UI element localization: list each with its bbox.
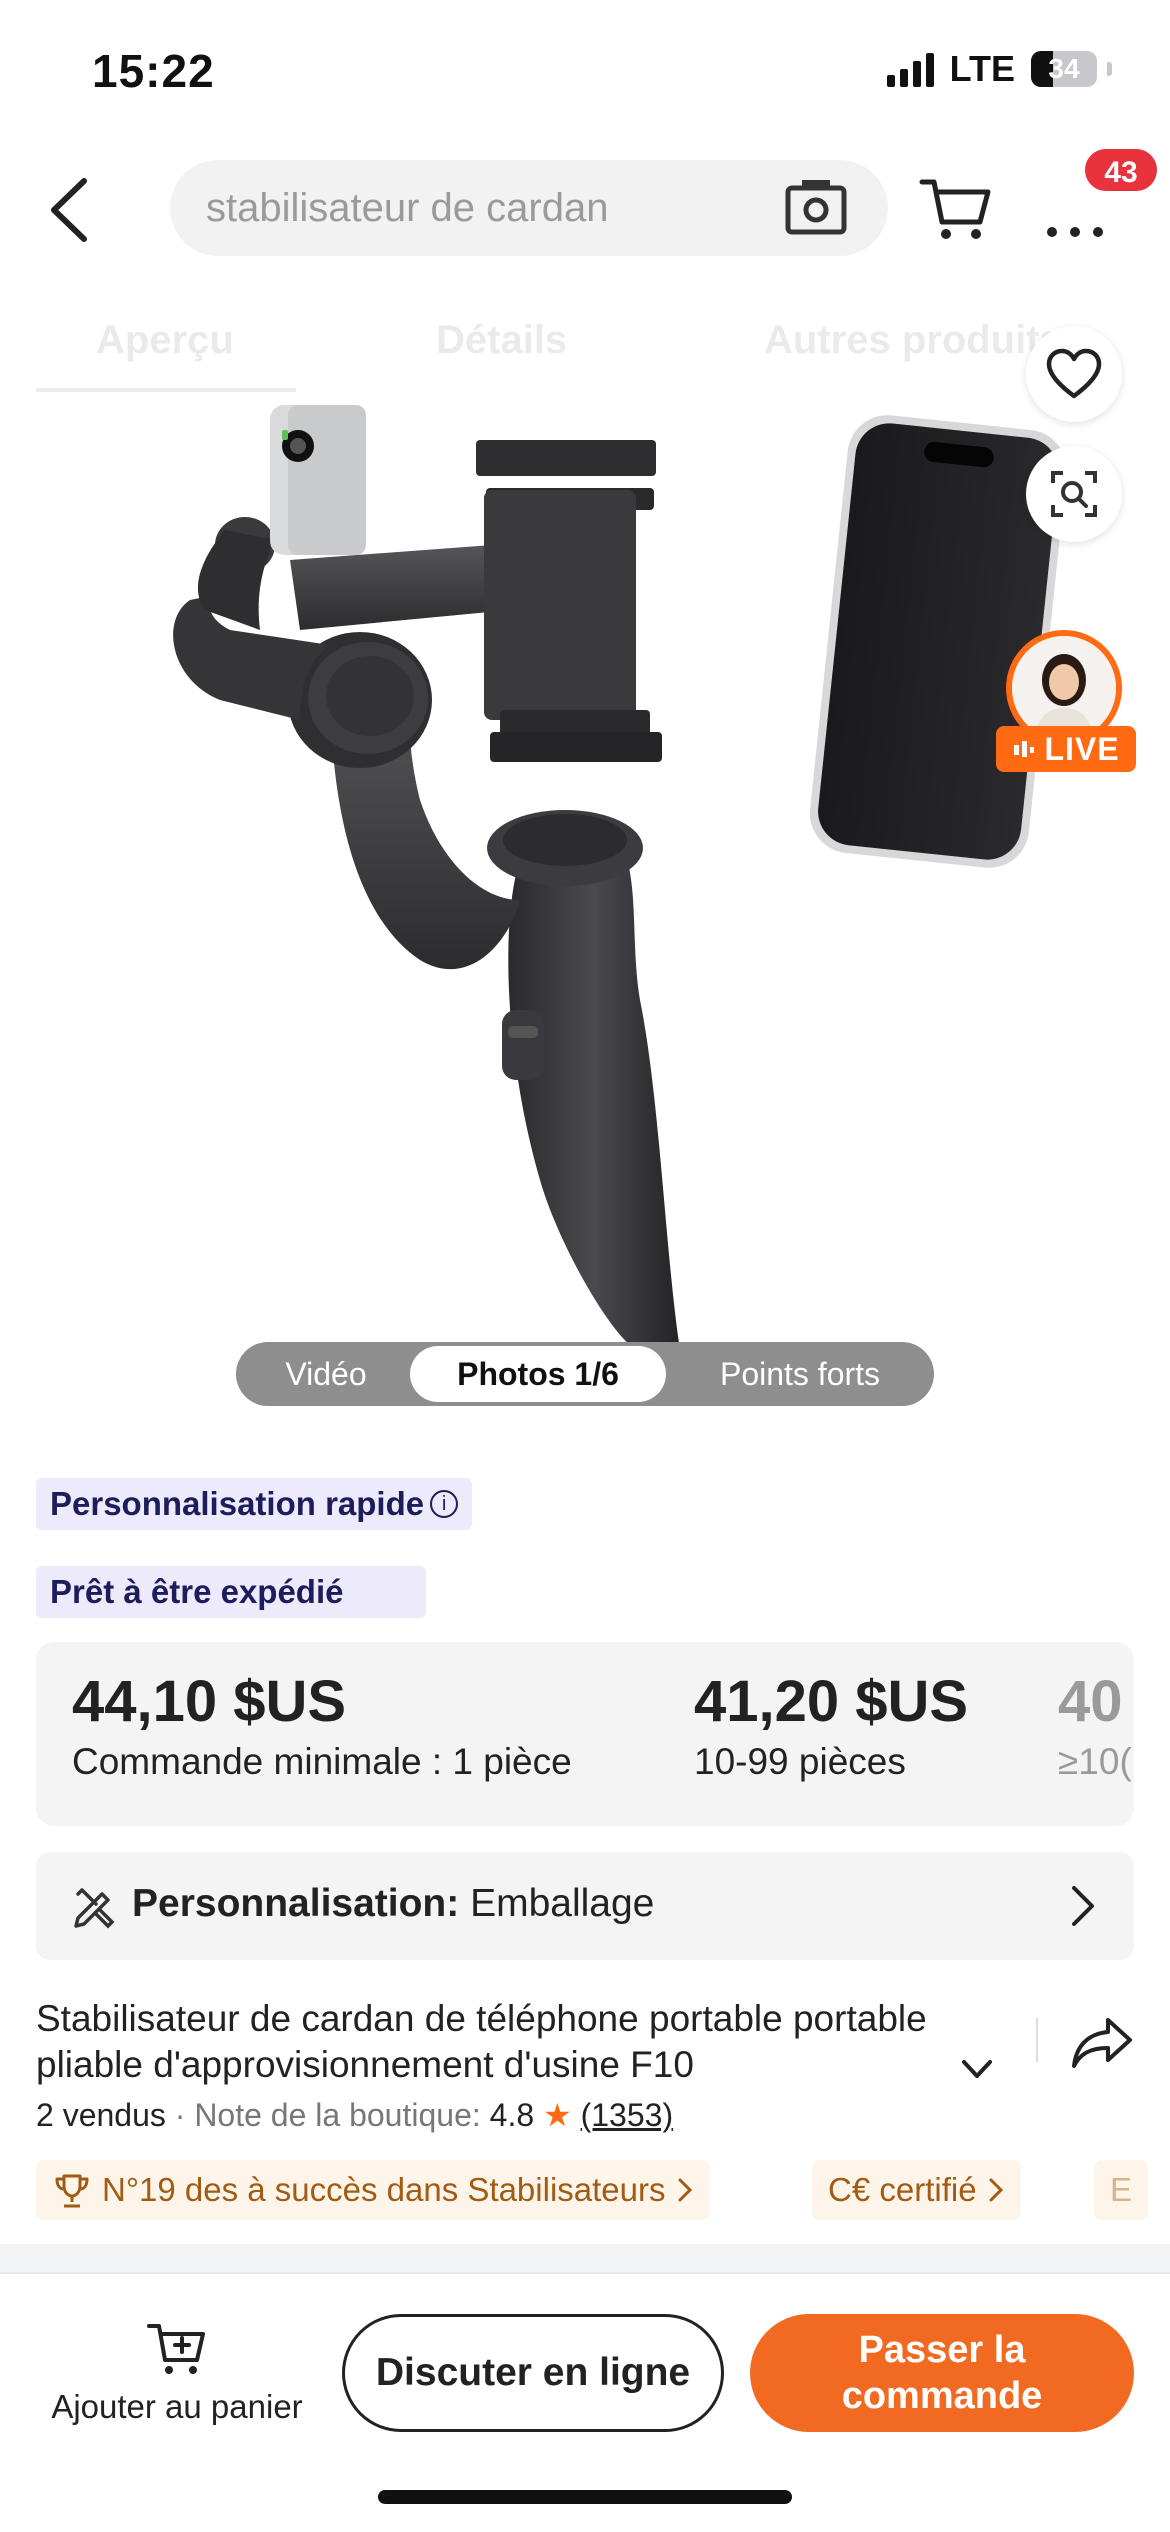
status-indicators: LTE 34 [886,48,1112,90]
rating-value: 4.8 [489,2097,535,2133]
add-to-cart-button[interactable]: Ajouter au panier [36,2318,318,2426]
cart-icon [919,179,991,239]
customization-row[interactable]: Personnalisation: Emballage [36,1852,1134,1960]
achievement-chips: N°19 des à succès dans Stabilisateurs C€… [36,2160,1170,2220]
heart-icon [1046,348,1102,399]
live-label: LIVE [1044,730,1120,767]
ready-to-ship-tag: Prêt à être expédié [36,1566,426,1618]
signal-icon [886,51,934,87]
top-nav: stabilisateur de cardan [0,150,1170,270]
chat-online-button[interactable]: Discuter en ligne [342,2314,724,2432]
cart-plus-icon [147,2324,205,2374]
cart-button[interactable] [918,170,994,246]
share-divider [1036,2018,1038,2062]
chevron-right-icon [678,2178,692,2202]
home-indicator [378,2490,792,2504]
tier-price: 41,20 $US [694,1669,969,1734]
reviews-link[interactable]: (1353) [581,2097,674,2133]
price-tier: 41,20 $US 10-99 pièces [694,1668,968,1783]
tier-quantity: 10-99 pièces [694,1741,906,1782]
star-icon: ★ [543,2097,572,2133]
info-icon[interactable]: i [430,1490,459,1519]
customization-text: Personnalisation: Emballage [132,1882,654,1926]
chevron-right-icon [989,2178,1003,2202]
customization-value: Emballage [470,1882,655,1925]
media-switcher: Vidéo Photos 1/6 Points forts [236,1342,934,1406]
favorite-button[interactable] [1026,326,1122,422]
section-divider [0,2244,1170,2272]
battery-tip [1107,62,1112,76]
tab-video[interactable]: Vidéo [236,1342,416,1406]
image-search-icon [1051,471,1097,517]
live-stream-widget[interactable]: LIVE [996,630,1136,780]
search-placeholder: stabilisateur de cardan [206,186,609,230]
tier-quantity: Commande minimale : 1 pièce [72,1741,572,1782]
back-button[interactable] [28,170,108,250]
product-image[interactable] [0,300,1170,1410]
gimbal-product-illustration [173,405,1067,1350]
ranking-text: N°19 des à succès dans Stabilisateurs [102,2171,666,2208]
quick-customization-label: Personnalisation rapide [50,1485,425,1522]
search-input[interactable]: stabilisateur de cardan [170,160,888,256]
ranking-chip[interactable]: N°19 des à succès dans Stabilisateurs [36,2160,710,2220]
tier-price: 44,10 $US [72,1669,347,1734]
certified-text: C€ certifié [828,2171,977,2208]
tab-highlights[interactable]: Points forts [666,1342,934,1406]
customize-tools-icon [74,1888,115,1929]
status-time: 15:22 [92,45,215,97]
product-meta: 2 vendus · Note de la boutique: 4.8 ★ (1… [36,2097,674,2133]
product-title: Stabilisateur de cardan de téléphone por… [36,1998,927,2085]
share-icon[interactable] [1070,2014,1134,2070]
battery-percent: 34 [1048,53,1080,84]
price-tier: 40 ≥10( [1058,1668,1132,1783]
rating-label: Note de la boutique: [194,2097,481,2133]
image-search-button[interactable] [1026,446,1122,542]
back-arrow-icon [51,178,87,242]
battery-icon: 34 [1031,51,1097,87]
sold-count: 2 vendus [36,2097,166,2133]
place-order-button[interactable]: Passer la commande [750,2314,1134,2432]
tier-quantity: ≥10( [1058,1741,1132,1782]
price-tier: 44,10 $US Commande minimale : 1 pièce [72,1668,572,1783]
status-bar: 15:22 LTE 34 [0,0,1170,140]
network-label: LTE [949,48,1015,89]
price-tiers: 44,10 $US Commande minimale : 1 pièce 41… [36,1642,1134,1826]
customization-label: Personnalisation: [132,1882,460,1925]
certified-chip[interactable]: C€ certifié [812,2160,1021,2220]
tab-photos[interactable]: Photos 1/6 [410,1346,666,1402]
notification-badge: 43 [1082,146,1160,194]
camera-icon[interactable] [784,178,848,238]
chevron-right-icon [1072,1886,1094,1926]
trophy-icon [55,2174,89,2208]
quick-customization-tag[interactable]: Personnalisation rapide i [36,1478,473,1530]
add-to-cart-label: Ajouter au panier [51,2388,303,2425]
chevron-down-icon[interactable] [960,2052,994,2086]
tier-price: 40 [1058,1669,1123,1734]
partial-chip[interactable]: E [1094,2160,1149,2220]
live-bars-icon [1014,741,1035,757]
live-badge: LIVE [996,726,1136,772]
